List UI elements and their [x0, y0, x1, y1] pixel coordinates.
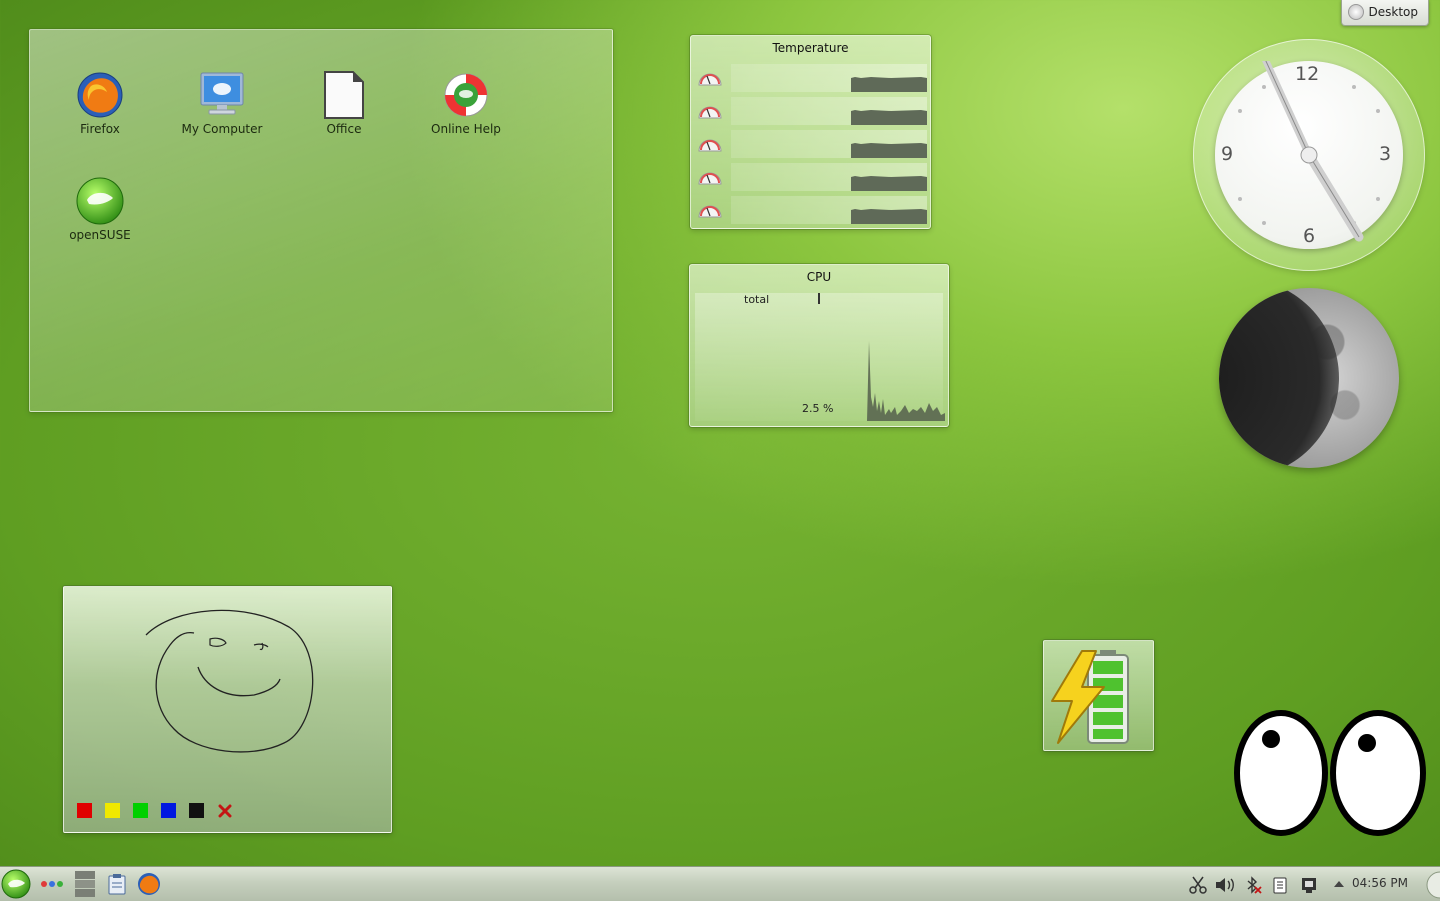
right-eye [1330, 710, 1426, 836]
opensuse-desktop-icon[interactable]: openSUSE [45, 176, 155, 242]
swatch-black[interactable] [189, 803, 204, 818]
file-manager-icon[interactable] [74, 870, 96, 898]
left-pupil [1262, 730, 1280, 748]
panel-clock[interactable]: 04:56 PM [1352, 876, 1408, 890]
clipboard-icon[interactable] [107, 873, 127, 895]
network-icon[interactable] [1300, 876, 1318, 894]
temperature-sensor-plot [731, 196, 927, 224]
computer-icon [200, 72, 244, 115]
temperature-sparkline [851, 176, 927, 191]
show-hidden-icons-icon[interactable] [1333, 879, 1345, 889]
temperature-sensor-plot [731, 97, 927, 125]
cpu-title: CPU [806, 270, 832, 284]
firefox-label: Firefox [80, 122, 120, 136]
office-label: Office [326, 122, 362, 136]
swatch-green[interactable] [133, 803, 148, 818]
toolbox-icon [1348, 4, 1364, 20]
temperature-sensor-row [697, 130, 927, 160]
cpu-value: 2.5 % [802, 402, 834, 415]
thermometer-gauge-icon [698, 73, 722, 86]
my-computer-desktop-icon[interactable]: My Computer [167, 70, 277, 136]
desktop-button-label: Desktop [1368, 5, 1419, 19]
thermometer-gauge-icon [698, 172, 722, 185]
online-help-label: Online Help [431, 122, 501, 136]
swatch-yellow[interactable] [105, 803, 120, 818]
temperature-widget[interactable]: Temperature [690, 35, 931, 229]
thermometer-gauge-icon [698, 106, 722, 119]
cpu-graph [865, 341, 945, 421]
analog-clock[interactable]: 12 3 6 9 [1193, 39, 1425, 271]
firefox-desktop-icon[interactable]: Firefox [45, 70, 155, 136]
temperature-sparkline [851, 77, 927, 92]
drawing-board-widget[interactable] [63, 586, 392, 833]
cpu-series-label: total [744, 293, 770, 306]
cpu-level-bar [818, 293, 820, 304]
temperature-title: Temperature [772, 41, 849, 55]
swatch-red[interactable] [77, 803, 92, 818]
desktop-toolbox-button[interactable]: Desktop [1341, 0, 1429, 26]
volume-icon[interactable] [1214, 876, 1236, 894]
temperature-sensor-plot [731, 163, 927, 191]
temperature-sensor-row [697, 97, 927, 127]
panel-toolbox-icon[interactable] [1421, 871, 1440, 899]
application-launcher-icon[interactable] [1, 869, 31, 899]
temperature-sparkline [851, 110, 927, 125]
thermometer-gauge-icon [698, 205, 722, 218]
office-desktop-icon[interactable]: Office [289, 70, 399, 136]
left-eye [1234, 710, 1328, 836]
battery-widget[interactable] [1043, 640, 1154, 751]
my-computer-label: My Computer [181, 122, 263, 136]
clear-icon[interactable] [218, 804, 232, 818]
temperature-sensor-row [697, 64, 927, 94]
scissors-icon[interactable] [1189, 876, 1207, 894]
temperature-sensor-row [697, 163, 927, 193]
temperature-sparkline [851, 209, 927, 224]
moon-phase-widget[interactable] [1219, 288, 1399, 468]
temperature-sensor-row [697, 196, 927, 226]
cpu-widget[interactable]: CPU total 2.5 % [689, 264, 949, 427]
swatch-blue[interactable] [161, 803, 176, 818]
bluetooth-disabled-icon[interactable] [1244, 876, 1262, 894]
taskbar-panel: 04:56 PM [0, 866, 1440, 901]
document-icon [324, 71, 364, 119]
lifebuoy-icon [444, 73, 488, 117]
temperature-sensor-plot [731, 64, 927, 92]
activities-icon[interactable] [40, 880, 64, 888]
clock-hands [1238, 61, 1380, 242]
temperature-sparkline [851, 143, 927, 158]
opensuse-logo-icon [76, 177, 124, 225]
right-pupil [1358, 734, 1376, 752]
opensuse-label: openSUSE [69, 228, 131, 242]
online-help-desktop-icon[interactable]: Online Help [411, 70, 521, 136]
clipboard-tray-icon[interactable] [1271, 876, 1289, 894]
temperature-sensor-plot [731, 130, 927, 158]
smiley-drawing [145, 609, 314, 753]
firefox-launcher-icon[interactable] [137, 872, 161, 896]
clock-face: 12 3 6 9 [1215, 61, 1403, 249]
battery-charging-icon [1051, 650, 1129, 744]
folder-view[interactable]: Firefox My Computer Office Online Help o… [29, 29, 613, 412]
firefox-icon [77, 72, 123, 118]
thermometer-gauge-icon [698, 139, 722, 152]
